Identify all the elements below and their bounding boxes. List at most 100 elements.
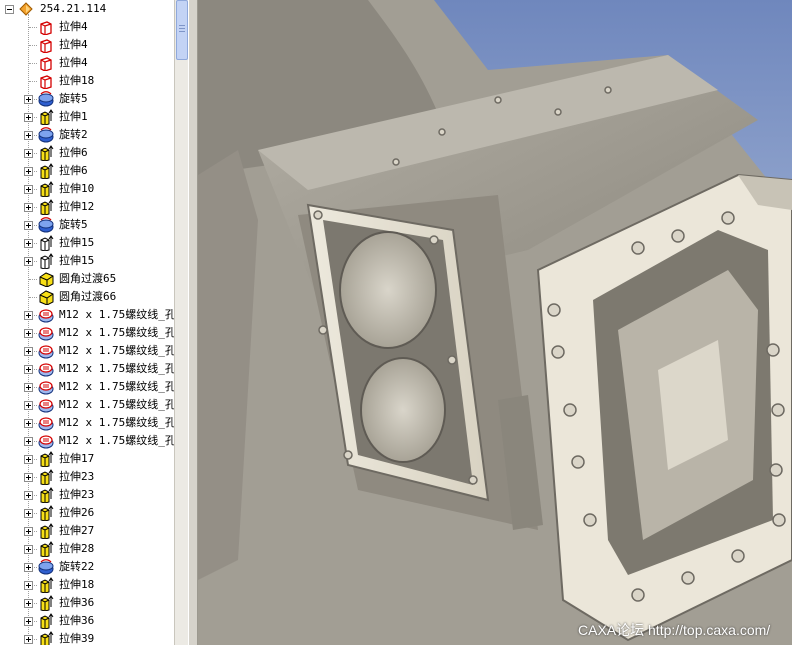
expand-toggle[interactable] [24, 329, 33, 338]
revolve-icon [38, 91, 54, 107]
tree-item[interactable]: 圆角过渡66 [0, 288, 174, 306]
tree-item-label: 拉伸26 [59, 506, 95, 519]
expand-toggle[interactable] [24, 167, 33, 176]
expand-toggle[interactable] [24, 581, 33, 590]
tree-item[interactable]: 圆角过渡65 [0, 270, 174, 288]
expand-toggle[interactable] [24, 365, 33, 374]
collapse-toggle[interactable] [5, 5, 14, 14]
tree-item[interactable]: 旋转22 [0, 558, 174, 576]
extrude-icon [38, 199, 54, 216]
tree-item[interactable]: 拉伸15 [0, 234, 174, 252]
tree-item-label: 拉伸28 [59, 542, 95, 555]
expand-toggle[interactable] [24, 599, 33, 608]
tree-item-label: M12 x 1.75螺纹线_孔 [59, 398, 174, 411]
expand-toggle[interactable] [24, 131, 33, 140]
tree-item[interactable]: 旋转5 [0, 90, 174, 108]
tree-item[interactable]: M12 x 1.75螺纹线_孔 [0, 378, 174, 396]
expand-toggle[interactable] [24, 239, 33, 248]
expand-toggle[interactable] [24, 455, 33, 464]
thread-hole-icon [38, 361, 54, 377]
expand-toggle[interactable] [24, 635, 33, 644]
expand-toggle[interactable] [24, 311, 33, 320]
tree-item[interactable]: 拉伸17 [0, 450, 174, 468]
tree-item[interactable]: 拉伸36 [0, 594, 174, 612]
extrude-cut-icon [38, 55, 54, 72]
tree-item[interactable]: M12 x 1.75螺纹线_孔 [0, 324, 174, 342]
tree-item[interactable]: 拉伸39 [0, 630, 174, 645]
expand-toggle[interactable] [24, 95, 33, 104]
extrude-cut-icon [38, 19, 54, 36]
expand-toggle[interactable] [24, 221, 33, 230]
tree-item-label: 圆角过渡66 [59, 290, 117, 303]
tree-item-label: 拉伸1 [59, 110, 88, 123]
extrude-icon [38, 577, 54, 594]
3d-viewport[interactable]: CAXA论坛 http://top.caxa.com/ [198, 0, 792, 645]
expand-toggle[interactable] [24, 527, 33, 536]
tree-item-label: 拉伸4 [59, 56, 88, 69]
expand-toggle[interactable] [24, 491, 33, 500]
tree-guide-line [29, 297, 37, 298]
panel-splitter[interactable] [188, 0, 198, 645]
tree-scrollbar[interactable] [174, 0, 188, 645]
expand-toggle[interactable] [24, 347, 33, 356]
tree-item-label: 拉伸4 [59, 38, 88, 51]
gearbox-housing-model [198, 0, 792, 645]
tree-item[interactable]: 拉伸18 [0, 576, 174, 594]
extrude-cut-icon [38, 37, 54, 54]
tree-item[interactable]: 拉伸12 [0, 198, 174, 216]
tree-item[interactable]: 拉伸18 [0, 72, 174, 90]
tree-item-label: 拉伸17 [59, 452, 95, 465]
tree-item[interactable]: M12 x 1.75螺纹线_孔 [0, 306, 174, 324]
tree-item[interactable]: 拉伸28 [0, 540, 174, 558]
expand-toggle[interactable] [24, 563, 33, 572]
tree-item[interactable]: 拉伸6 [0, 162, 174, 180]
tree-item[interactable]: M12 x 1.75螺纹线_孔 [0, 432, 174, 450]
tree-item[interactable]: M12 x 1.75螺纹线_孔 [0, 360, 174, 378]
tree-item[interactable]: M12 x 1.75螺纹线_孔 [0, 342, 174, 360]
tree-item[interactable]: 拉伸27 [0, 522, 174, 540]
tree-item[interactable]: 拉伸10 [0, 180, 174, 198]
tree-item[interactable]: 拉伸1 [0, 108, 174, 126]
extrude-icon [38, 631, 54, 645]
tree-item[interactable]: 旋转5 [0, 216, 174, 234]
tree-guide-line [29, 45, 37, 46]
thread-hole-icon [38, 415, 54, 431]
revolve-icon [38, 217, 54, 233]
expand-toggle[interactable] [24, 113, 33, 122]
tree-item-label: M12 x 1.75螺纹线_孔 [59, 362, 174, 375]
tree-item-label: 旋转5 [59, 92, 88, 105]
tree-item[interactable]: 拉伸26 [0, 504, 174, 522]
tree-item[interactable]: 拉伸23 [0, 468, 174, 486]
tree-item[interactable]: 拉伸4 [0, 54, 174, 72]
tree-guide-line [29, 81, 37, 82]
tree-item[interactable]: 拉伸4 [0, 18, 174, 36]
tree-item-label: 拉伸39 [59, 632, 95, 645]
tree-item[interactable]: 拉伸15 [0, 252, 174, 270]
tree-item[interactable]: 旋转2 [0, 126, 174, 144]
expand-toggle[interactable] [24, 203, 33, 212]
expand-toggle[interactable] [24, 617, 33, 626]
expand-toggle[interactable] [24, 383, 33, 392]
expand-toggle[interactable] [24, 185, 33, 194]
tree-item[interactable]: 拉伸6 [0, 144, 174, 162]
tree-item[interactable]: M12 x 1.75螺纹线_孔 [0, 414, 174, 432]
expand-toggle[interactable] [24, 437, 33, 446]
expand-toggle[interactable] [24, 509, 33, 518]
tree-item[interactable]: M12 x 1.75螺纹线_孔 [0, 396, 174, 414]
expand-toggle[interactable] [24, 545, 33, 554]
expand-toggle[interactable] [24, 419, 33, 428]
expand-toggle[interactable] [24, 473, 33, 482]
tree-item[interactable]: 拉伸4 [0, 36, 174, 54]
extrude-icon [38, 595, 54, 612]
tree-item[interactable]: 拉伸23 [0, 486, 174, 504]
expand-toggle[interactable] [24, 149, 33, 158]
tree-item-label: 拉伸23 [59, 470, 95, 483]
scrollbar-thumb[interactable] [176, 0, 188, 60]
expand-toggle[interactable] [24, 257, 33, 266]
tree-item-label: 旋转5 [59, 218, 88, 231]
tree-root-node[interactable]: 254.21.114 [0, 0, 174, 18]
extrude-icon [38, 145, 54, 162]
tree-item-label: 拉伸15 [59, 236, 95, 249]
tree-item[interactable]: 拉伸36 [0, 612, 174, 630]
expand-toggle[interactable] [24, 401, 33, 410]
